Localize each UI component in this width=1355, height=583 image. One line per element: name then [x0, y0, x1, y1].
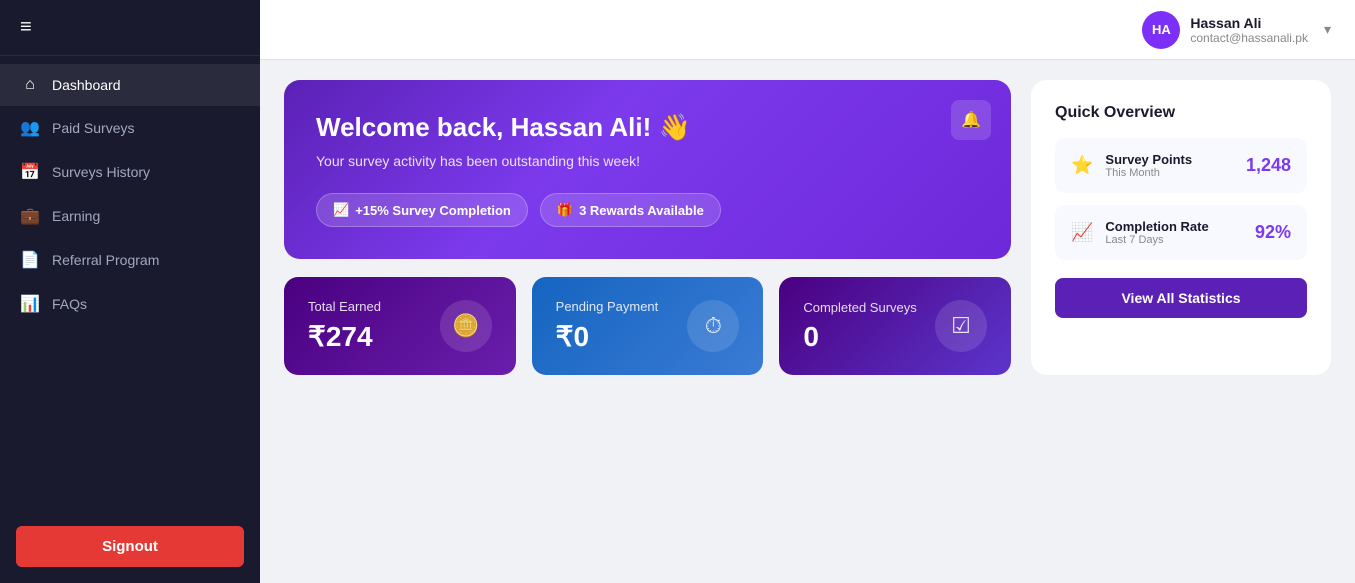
sidebar-header: ≡	[0, 0, 260, 56]
checkmark-icon: ☑	[935, 300, 987, 352]
home-icon: ⌂	[20, 76, 40, 94]
sidebar-item-label: Referral Program	[52, 252, 159, 268]
document-icon: 📄	[20, 250, 40, 270]
calendar-icon: 📅	[20, 162, 40, 182]
welcome-banner: 🔔 Welcome back, Hassan Ali! 👋 Your surve…	[284, 80, 1011, 259]
welcome-subtitle: Your survey activity has been outstandin…	[316, 153, 979, 169]
sidebar: ≡ ⌂ Dashboard 👥 Paid Surveys 📅 Surveys H…	[0, 0, 260, 583]
completion-rate-details: Completion Rate Last 7 Days	[1105, 219, 1243, 246]
overview-title: Quick Overview	[1055, 104, 1307, 122]
chart-icon: 📊	[20, 294, 40, 314]
user-details: Hassan Ali contact@hassanali.pk	[1190, 15, 1308, 45]
survey-points-sublabel: This Month	[1105, 167, 1234, 179]
trending-icon: 📈	[1071, 222, 1093, 243]
nav-list: ⌂ Dashboard 👥 Paid Surveys 📅 Surveys His…	[0, 56, 260, 510]
total-earned-card: Total Earned ₹274 🪙	[284, 277, 516, 375]
bell-button[interactable]: 🔔	[951, 100, 991, 140]
sidebar-item-faqs[interactable]: 📊 FAQs	[0, 282, 260, 326]
sidebar-item-paid-surveys[interactable]: 👥 Paid Surveys	[0, 106, 260, 150]
completion-rate-card: 📈 Completion Rate Last 7 Days 92%	[1055, 205, 1307, 260]
main-content: HA Hassan Ali contact@hassanali.pk ▾ 🔔 W…	[260, 0, 1355, 583]
completion-rate-value: 92%	[1255, 222, 1291, 243]
avatar: HA	[1142, 11, 1180, 49]
topbar: HA Hassan Ali contact@hassanali.pk ▾	[260, 0, 1355, 60]
survey-points-details: Survey Points This Month	[1105, 152, 1234, 179]
clock-icon: ⏱	[687, 300, 739, 352]
survey-points-label: Survey Points	[1105, 152, 1234, 167]
banner-badges: 📈 +15% Survey Completion 🎁 3 Rewards Ava…	[316, 193, 979, 227]
left-column: 🔔 Welcome back, Hassan Ali! 👋 Your surve…	[284, 80, 1011, 375]
completed-surveys-info: Completed Surveys 0	[803, 300, 916, 353]
hamburger-icon[interactable]: ≡	[20, 16, 32, 38]
sidebar-item-earning[interactable]: 💼 Earning	[0, 194, 260, 238]
completed-surveys-label: Completed Surveys	[803, 300, 916, 315]
completed-surveys-card: Completed Surveys 0 ☑	[779, 277, 1011, 375]
sidebar-item-label: Surveys History	[52, 164, 150, 180]
sidebar-item-surveys-history[interactable]: 📅 Surveys History	[0, 150, 260, 194]
quick-overview: Quick Overview ⭐ Survey Points This Mont…	[1031, 80, 1331, 375]
sidebar-item-label: FAQs	[52, 296, 87, 312]
gift-icon: 🎁	[557, 202, 573, 218]
user-email: contact@hassanali.pk	[1190, 31, 1308, 45]
sidebar-item-dashboard[interactable]: ⌂ Dashboard	[0, 64, 260, 106]
bottom-cards: Total Earned ₹274 🪙 Pending Payment ₹0 ⏱	[284, 277, 1011, 375]
sidebar-item-referral[interactable]: 📄 Referral Program	[0, 238, 260, 282]
star-icon: ⭐	[1071, 155, 1093, 176]
chevron-down-icon: ▾	[1324, 21, 1331, 38]
pending-payment-label: Pending Payment	[556, 299, 659, 314]
total-earned-info: Total Earned ₹274	[308, 299, 381, 353]
completion-rate-label: Completion Rate	[1105, 219, 1243, 234]
completion-rate-sublabel: Last 7 Days	[1105, 234, 1243, 246]
completed-surveys-value: 0	[803, 321, 916, 353]
survey-points-value: 1,248	[1246, 155, 1291, 176]
page-content: 🔔 Welcome back, Hassan Ali! 👋 Your surve…	[260, 60, 1355, 583]
full-grid: 🔔 Welcome back, Hassan Ali! 👋 Your surve…	[284, 80, 1331, 375]
rewards-badge[interactable]: 🎁 3 Rewards Available	[540, 193, 721, 227]
coin-icon: 🪙	[440, 300, 492, 352]
view-statistics-button[interactable]: View All Statistics	[1055, 278, 1307, 318]
sidebar-item-label: Earning	[52, 208, 100, 224]
user-menu[interactable]: HA Hassan Ali contact@hassanali.pk ▾	[1142, 11, 1331, 49]
trend-up-icon: 📈	[333, 202, 349, 218]
user-name: Hassan Ali	[1190, 15, 1308, 31]
completion-badge[interactable]: 📈 +15% Survey Completion	[316, 193, 528, 227]
briefcase-icon: 💼	[20, 206, 40, 226]
pending-payment-info: Pending Payment ₹0	[556, 299, 659, 353]
survey-points-card: ⭐ Survey Points This Month 1,248	[1055, 138, 1307, 193]
signout-button[interactable]: Signout	[16, 526, 244, 567]
pending-payment-card: Pending Payment ₹0 ⏱	[532, 277, 764, 375]
pending-payment-value: ₹0	[556, 320, 659, 353]
users-icon: 👥	[20, 118, 40, 138]
total-earned-label: Total Earned	[308, 299, 381, 314]
welcome-title: Welcome back, Hassan Ali! 👋	[316, 112, 979, 143]
total-earned-value: ₹274	[308, 320, 381, 353]
sidebar-item-label: Paid Surveys	[52, 120, 134, 136]
sidebar-item-label: Dashboard	[52, 77, 121, 93]
